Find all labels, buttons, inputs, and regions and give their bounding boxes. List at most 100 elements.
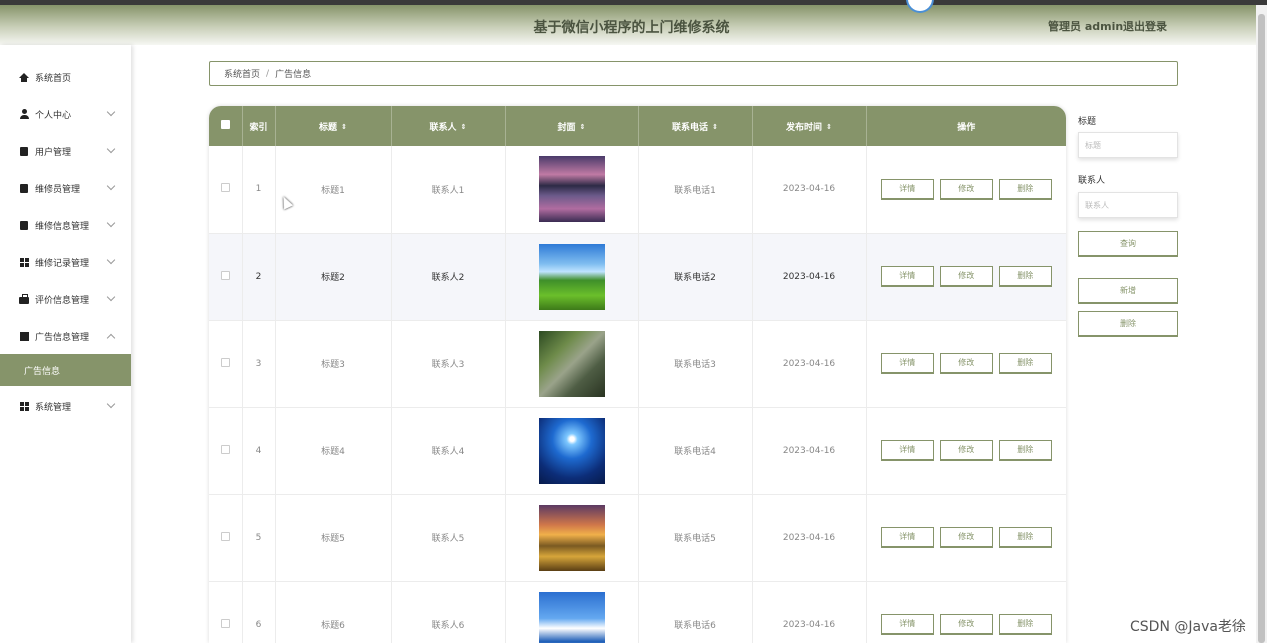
sort-icon[interactable]: ⇕ [461,123,467,131]
cell-actions: 详情 修改 删除 [866,320,1066,407]
header: 基于微信小程序的上门维修系统 管理员 admin 退出登录 [0,0,1267,45]
chevron-down-icon [106,292,116,302]
cell-phone: 联系电话3 [638,320,753,407]
table-row: 6 标题6 联系人6 联系电话6 2023-04-16 详情 修改 删除 [209,581,1066,643]
edit-button[interactable]: 修改 [939,614,993,635]
edit-button[interactable]: 修改 [939,353,993,374]
select-all-checkbox[interactable] [209,106,243,146]
grid-icon [19,257,29,267]
cover-image[interactable] [538,330,605,397]
box-icon [19,183,29,193]
chevron-up-icon [106,333,116,343]
sidebar-item-repair-records[interactable]: 维修记录管理 [0,250,131,274]
contact-search-input[interactable] [1078,192,1178,218]
sidebar-item-label: 系统首页 [35,73,72,84]
query-button[interactable]: 查询 [1078,231,1178,257]
row-checkbox[interactable] [209,233,243,320]
batch-delete-button[interactable]: 删除 [1078,311,1178,337]
cell-phone: 联系电话1 [638,146,753,233]
sidebar-item-reviews[interactable]: 评价信息管理 [0,287,131,311]
delete-button[interactable]: 删除 [998,178,1052,200]
column-date[interactable]: 发布时间 ⇕ [752,106,867,146]
breadcrumb-separator: / [266,68,270,79]
row-checkbox[interactable] [209,407,243,494]
column-cover[interactable]: 封面 ⇕ [505,106,639,146]
cell-date: 2023-04-16 [752,233,867,320]
table-row: 2 标题2 联系人2 联系电话2 2023-04-16 详情 修改 删除 [209,233,1066,320]
table-row: 3 标题3 联系人3 联系电话3 2023-04-16 详情 修改 删除 [209,320,1066,407]
chevron-down-icon [106,144,116,154]
sidebar-item-system[interactable]: 系统管理 [0,394,131,418]
cell-date: 2023-04-16 [752,407,867,494]
row-checkbox[interactable] [209,146,243,233]
column-contact[interactable]: 联系人 ⇕ [391,106,506,146]
delete-button[interactable]: 删除 [998,440,1052,461]
sidebar-item-label: 维修记录管理 [35,258,90,269]
detail-button[interactable]: 详情 [880,266,934,287]
detail-button[interactable]: 详情 [880,614,934,635]
sidebar: 系统首页 个人中心 用户管理 维修员管理 维修信息管理 维修记录管理 评价信息管… [0,45,131,643]
cell-contact: 联系人6 [391,581,506,643]
add-button[interactable]: 新增 [1078,278,1178,304]
cell-date: 2023-04-16 [752,581,867,643]
detail-button[interactable]: 详情 [880,440,934,461]
home-icon [19,72,29,82]
sidebar-item-profile[interactable]: 个人中心 [0,102,131,126]
detail-button[interactable]: 详情 [880,527,934,548]
cover-image[interactable] [538,504,605,571]
cover-image[interactable] [538,417,605,484]
sort-icon[interactable]: ⇕ [580,123,586,131]
delete-button[interactable]: 删除 [998,527,1052,548]
sort-icon[interactable]: ⇕ [341,123,347,131]
sort-icon[interactable]: ⇕ [712,123,718,131]
cell-index: 1 [242,146,276,233]
edit-button[interactable]: 修改 [939,266,993,287]
sidebar-item-ads[interactable]: 广告信息管理 [0,324,131,348]
row-checkbox[interactable] [209,581,243,643]
sidebar-item-label: 评价信息管理 [35,295,90,306]
delete-button[interactable]: 删除 [998,266,1052,287]
sidebar-subitem-ad-info[interactable]: 广告信息 [0,354,131,386]
cell-phone: 联系电话2 [638,233,753,320]
cell-actions: 详情 修改 删除 [866,581,1066,643]
breadcrumb-home[interactable]: 系统首页 [224,67,260,80]
briefcase-icon [19,293,29,304]
current-user: 管理员 admin [1048,20,1124,33]
detail-button[interactable]: 详情 [880,178,934,200]
sort-icon[interactable]: ⇕ [826,123,832,131]
table-header: 索引 标题 ⇕ 联系人 ⇕ 封面 ⇕ 联系电话 ⇕ 发布时间 ⇕ 操作 [209,106,1066,146]
cover-image[interactable] [538,243,605,310]
column-phone[interactable]: 联系电话 ⇕ [638,106,753,146]
delete-button[interactable]: 删除 [998,614,1052,635]
column-title[interactable]: 标题 ⇕ [275,106,392,146]
chevron-down-icon [106,255,116,265]
breadcrumb-current: 广告信息 [275,70,312,80]
cell-actions: 详情 修改 删除 [866,233,1066,320]
row-checkbox[interactable] [209,494,243,581]
cell-actions: 详情 修改 删除 [866,146,1066,233]
sidebar-item-repair-info[interactable]: 维修信息管理 [0,213,131,237]
cover-image[interactable] [538,156,605,223]
sidebar-item-repairers[interactable]: 维修员管理 [0,176,131,200]
title-search-input[interactable] [1078,132,1178,158]
cover-image[interactable] [538,591,605,643]
delete-button[interactable]: 删除 [998,353,1052,374]
cell-contact: 联系人3 [391,320,506,407]
sidebar-item-label: 维修信息管理 [35,221,90,232]
edit-button[interactable]: 修改 [939,178,993,200]
cell-index: 6 [242,581,276,643]
sidebar-item-home[interactable]: 系统首页 [0,65,131,89]
logout-link[interactable]: 退出登录 [1123,18,1167,34]
sidebar-item-users[interactable]: 用户管理 [0,139,131,163]
detail-button[interactable]: 详情 [880,353,934,374]
edit-button[interactable]: 修改 [939,440,993,461]
cell-title: 标题2 [275,233,392,320]
cell-phone: 联系电话5 [638,494,753,581]
cell-contact: 联系人4 [391,407,506,494]
edit-button[interactable]: 修改 [939,527,993,548]
row-checkbox[interactable] [209,320,243,407]
scrollbar-thumb[interactable] [1258,14,1265,643]
column-actions: 操作 [957,122,976,133]
cell-cover [505,494,639,581]
cell-index: 2 [242,233,276,320]
